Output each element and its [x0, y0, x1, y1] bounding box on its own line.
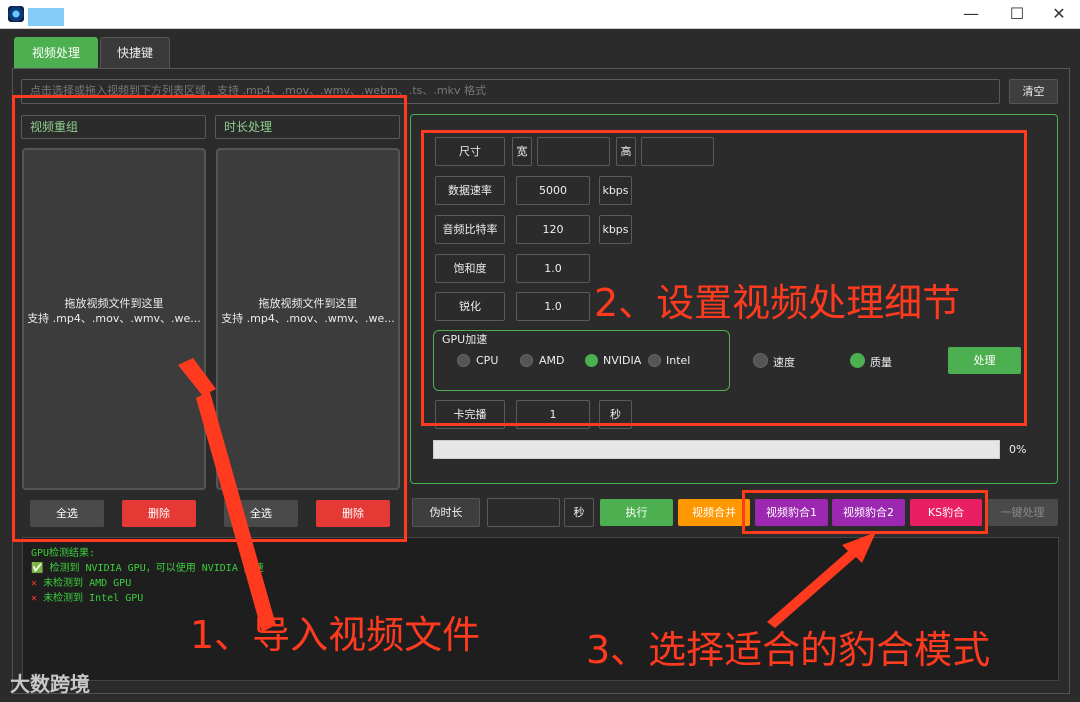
annotation-text-settings: 2、设置视频处理细节: [594, 281, 961, 325]
fake-duration-label: 伪时长: [412, 498, 480, 527]
log-line: ✕ 未检测到 Intel GPU: [31, 591, 1050, 606]
annotation-box-merge-modes: [742, 490, 988, 534]
progress-percent: 0%: [1009, 443, 1027, 456]
tab-video-processing[interactable]: 视频处理: [14, 37, 98, 68]
log-text: 未检测到 Intel GPU: [43, 593, 144, 604]
annotation-text-import: 1、导入视频文件: [190, 613, 481, 657]
clear-button[interactable]: 清空: [1009, 79, 1058, 104]
annotation-text-merge: 3、选择适合的豹合模式: [586, 628, 991, 672]
title-bar: — ☐ ✕: [0, 0, 1080, 29]
minimize-button[interactable]: —: [948, 0, 994, 29]
maximize-button[interactable]: ☐: [994, 0, 1040, 29]
fake-duration-input[interactable]: [487, 498, 560, 527]
log-text: 未检测到 AMD GPU: [43, 578, 132, 589]
fake-duration-unit: 秒: [564, 498, 594, 527]
log-title: GPU检测结果:: [31, 548, 96, 559]
annotation-box-import: [12, 95, 407, 542]
log-line: ✅ 检测到 NVIDIA GPU，可以使用 NVIDIA 加速: [31, 561, 1050, 576]
window-title-redacted: [28, 8, 64, 26]
log-line: ✕ 未检测到 AMD GPU: [31, 576, 1050, 591]
one-click-process-button[interactable]: 一键处理: [987, 499, 1058, 526]
tab-shortcuts[interactable]: 快捷键: [100, 37, 170, 68]
execute-button[interactable]: 执行: [600, 499, 673, 526]
progress-bar: [433, 440, 1000, 459]
log-text: 检测到 NVIDIA GPU，可以使用 NVIDIA 加速: [49, 563, 264, 574]
merge-button[interactable]: 视频合并: [678, 499, 750, 526]
cross-icon: ✕: [31, 593, 38, 604]
close-button[interactable]: ✕: [1036, 0, 1080, 29]
check-icon: ✅: [31, 563, 44, 574]
cross-icon: ✕: [31, 578, 38, 589]
watermark-logo: 大数跨境: [10, 672, 90, 696]
app-icon: [8, 6, 24, 22]
